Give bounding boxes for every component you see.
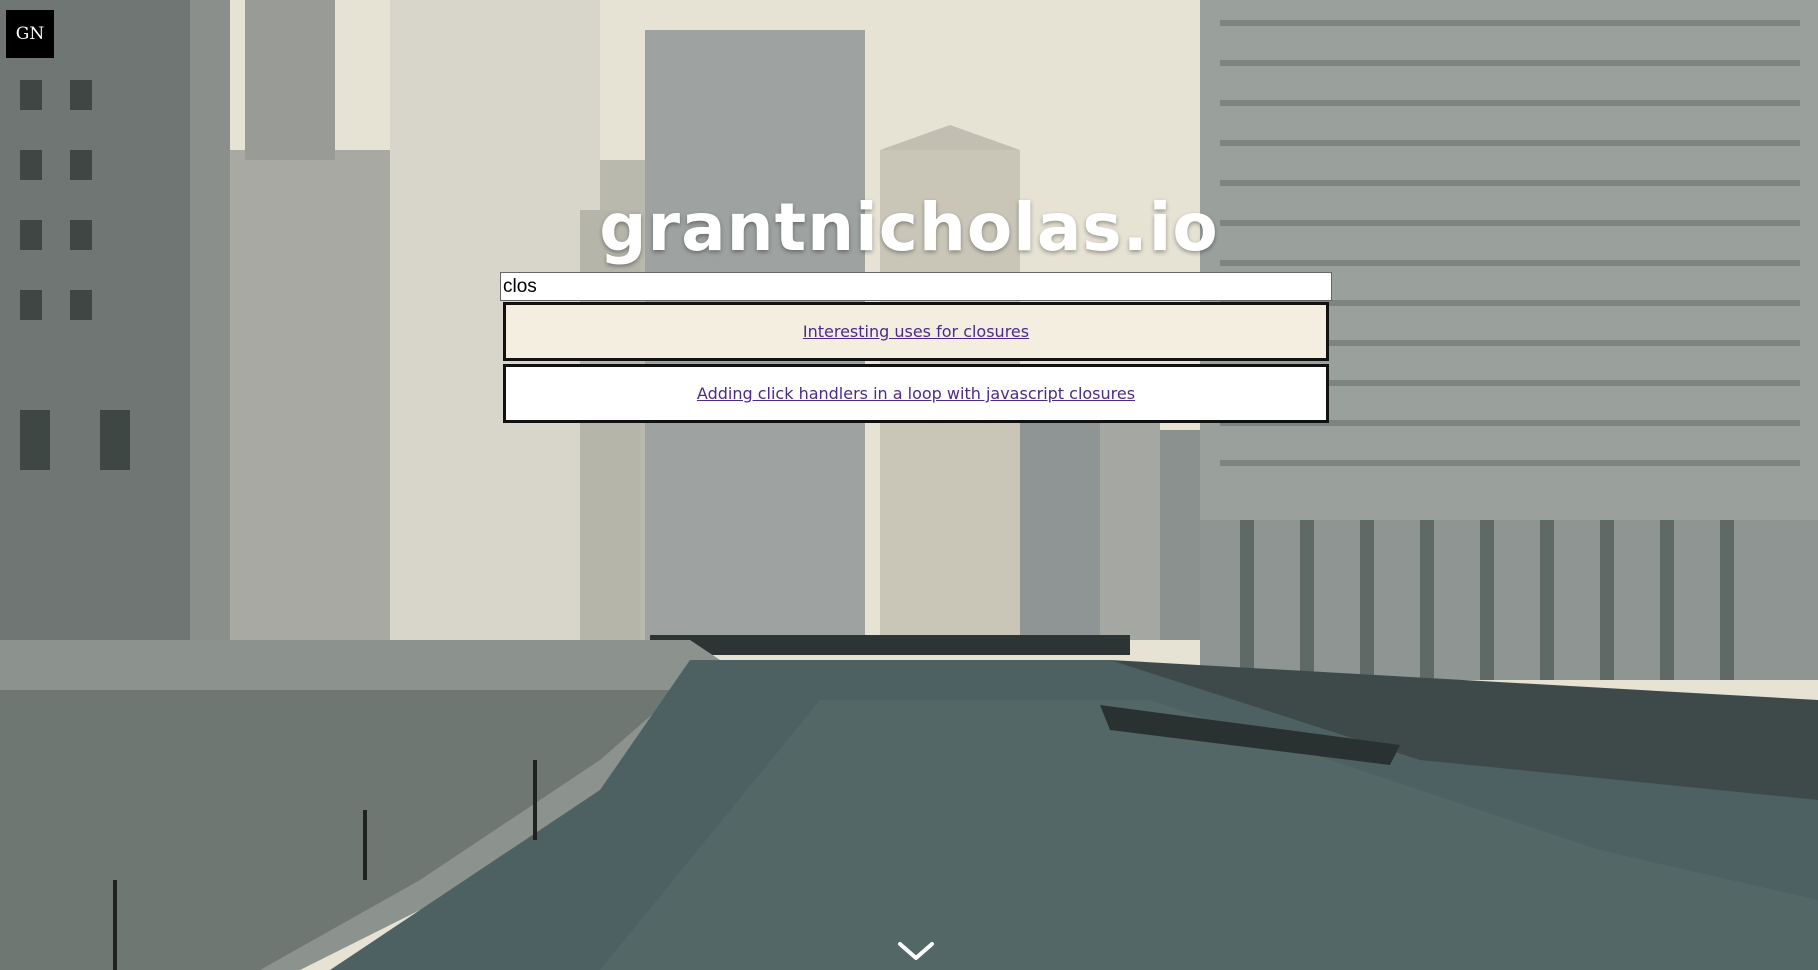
search-result-link[interactable]: Adding click handlers in a loop with jav…: [697, 384, 1135, 403]
search-result-item[interactable]: Adding click handlers in a loop with jav…: [503, 364, 1329, 423]
hero-section: GN grantnicholas.io Interesting uses for…: [0, 0, 1818, 970]
search-result-item[interactable]: Interesting uses for closures: [503, 302, 1329, 361]
scroll-down-button[interactable]: [894, 938, 938, 966]
search-container: Interesting uses for closures Adding cli…: [500, 272, 1332, 426]
chevron-down-icon: [898, 942, 934, 960]
search-input[interactable]: [500, 272, 1332, 301]
search-result-link[interactable]: Interesting uses for closures: [803, 322, 1029, 341]
site-title: grantnicholas.io: [599, 189, 1219, 266]
search-results-list: Interesting uses for closures Adding cli…: [500, 302, 1332, 423]
city-river-background-image: [0, 0, 1818, 970]
site-logo-badge[interactable]: GN: [6, 10, 54, 58]
